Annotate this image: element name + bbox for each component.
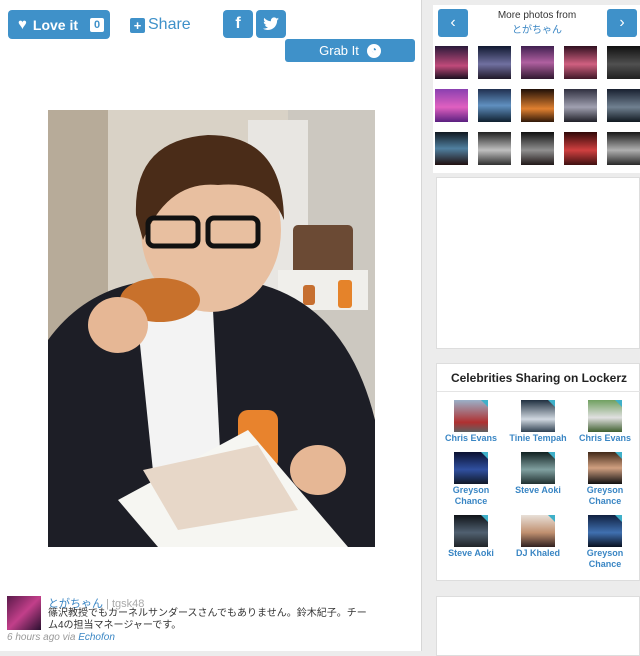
main-photo[interactable] [48,110,375,547]
celebrity-item[interactable]: Steve Aoki [505,452,571,496]
celebrity-name: Steve Aoki [515,485,561,495]
photo-panel: ♥ Love it 0 + Share f Grab It ◔ とがちゃん | … [0,0,422,651]
photo-image [48,110,375,547]
tweet-via-prefix: via [62,632,76,643]
photo-thumb[interactable] [521,89,554,122]
celebrities-panel: Celebrities Sharing on Lockerz Chris Eva… [436,363,640,581]
celebrity-avatar [521,400,555,432]
facebook-icon: f [235,15,241,32]
photo-thumb[interactable] [607,46,640,79]
grab-it-button[interactable]: Grab It ◔ [285,39,415,62]
celebrity-name: Greyson Chance [586,548,624,569]
celebrity-name: Chris Evans [578,433,632,443]
celebrity-name: Chris Evans [444,433,498,443]
celebrity-item[interactable]: Greyson Chance [438,452,504,507]
more-photos-user[interactable]: とがちゃん [473,21,601,36]
chevron-right-icon: › [619,14,625,31]
photo-thumb[interactable] [607,132,640,165]
facebook-button[interactable]: f [223,10,253,38]
celebrity-avatar [588,400,622,432]
photo-thumb[interactable] [564,46,597,79]
celebrity-avatar [454,452,488,484]
tweet-time: 6 hours ago [7,632,60,643]
photo-thumb[interactable] [607,89,640,122]
plus-icon: + [130,17,145,33]
photo-thumb[interactable] [435,89,468,122]
celebrity-name: Greyson Chance [452,485,490,506]
tweet-text: 篠沢教授でもカーネルサンダースさんでもありません。鈴木紀子。チーム4の担当マネー… [48,608,367,631]
celebrity-item[interactable]: Steve Aoki [438,515,504,559]
prev-photos-button[interactable]: ‹ [438,9,468,37]
sidebar-bottom-box [436,596,640,656]
celebrity-avatar [588,452,622,484]
celebrity-avatar [521,515,555,547]
celebrity-avatar [521,452,555,484]
more-photos-title: More photos from [497,10,577,21]
love-it-button[interactable]: ♥ Love it 0 [8,10,110,39]
twitter-button[interactable] [256,10,286,38]
photo-thumb[interactable] [478,132,511,165]
share-button[interactable]: + Share [130,14,191,36]
love-count: 0 [90,17,105,32]
avatar[interactable] [7,596,41,630]
photo-thumb[interactable] [435,46,468,79]
more-photos-panel: ‹ More photos from とがちゃん › [433,5,640,173]
tweet-block: とがちゃん | tgsk48 篠沢教授でもカーネルサンダースさんでもありません。… [7,596,407,646]
photo-thumb[interactable] [478,46,511,79]
celebrity-avatar [454,400,488,432]
love-it-label: Love it [32,16,79,33]
heart-icon: ♥ [18,16,27,33]
celebrity-item[interactable]: Tinie Tempah [505,400,571,444]
celebrity-name: Greyson Chance [586,485,624,506]
celebrity-item[interactable]: Chris Evans [572,400,638,444]
share-label: Share [148,16,191,33]
photo-thumb[interactable] [521,46,554,79]
twitter-icon [263,17,279,30]
celebrity-item[interactable]: Greyson Chance [572,452,638,507]
celebrity-item[interactable]: DJ Khaled [505,515,571,559]
celebrity-name: Tinie Tempah [509,433,567,443]
tweet-meta: 6 hours ago via Echofon [7,632,115,643]
celebrity-avatar [588,515,622,547]
celebrities-title: Celebrities Sharing on Lockerz [437,364,640,392]
celebrity-name: Steve Aoki [448,548,494,558]
next-photos-button[interactable]: › [607,9,637,37]
photo-thumb[interactable] [564,89,597,122]
grab-it-label: Grab It [319,43,359,58]
celebrity-item[interactable]: Chris Evans [438,400,504,444]
photo-thumb[interactable] [564,132,597,165]
celebrity-avatar [454,515,488,547]
photo-thumb[interactable] [521,132,554,165]
ad-slot [436,177,640,349]
grab-icon: ◔ [366,43,381,58]
photo-thumb[interactable] [478,89,511,122]
celebrity-item[interactable]: Greyson Chance [572,515,638,570]
photo-thumb[interactable] [435,132,468,165]
celebrity-name: DJ Khaled [515,548,560,558]
chevron-left-icon: ‹ [450,14,456,31]
tweet-via-link[interactable]: Echofon [78,632,115,643]
